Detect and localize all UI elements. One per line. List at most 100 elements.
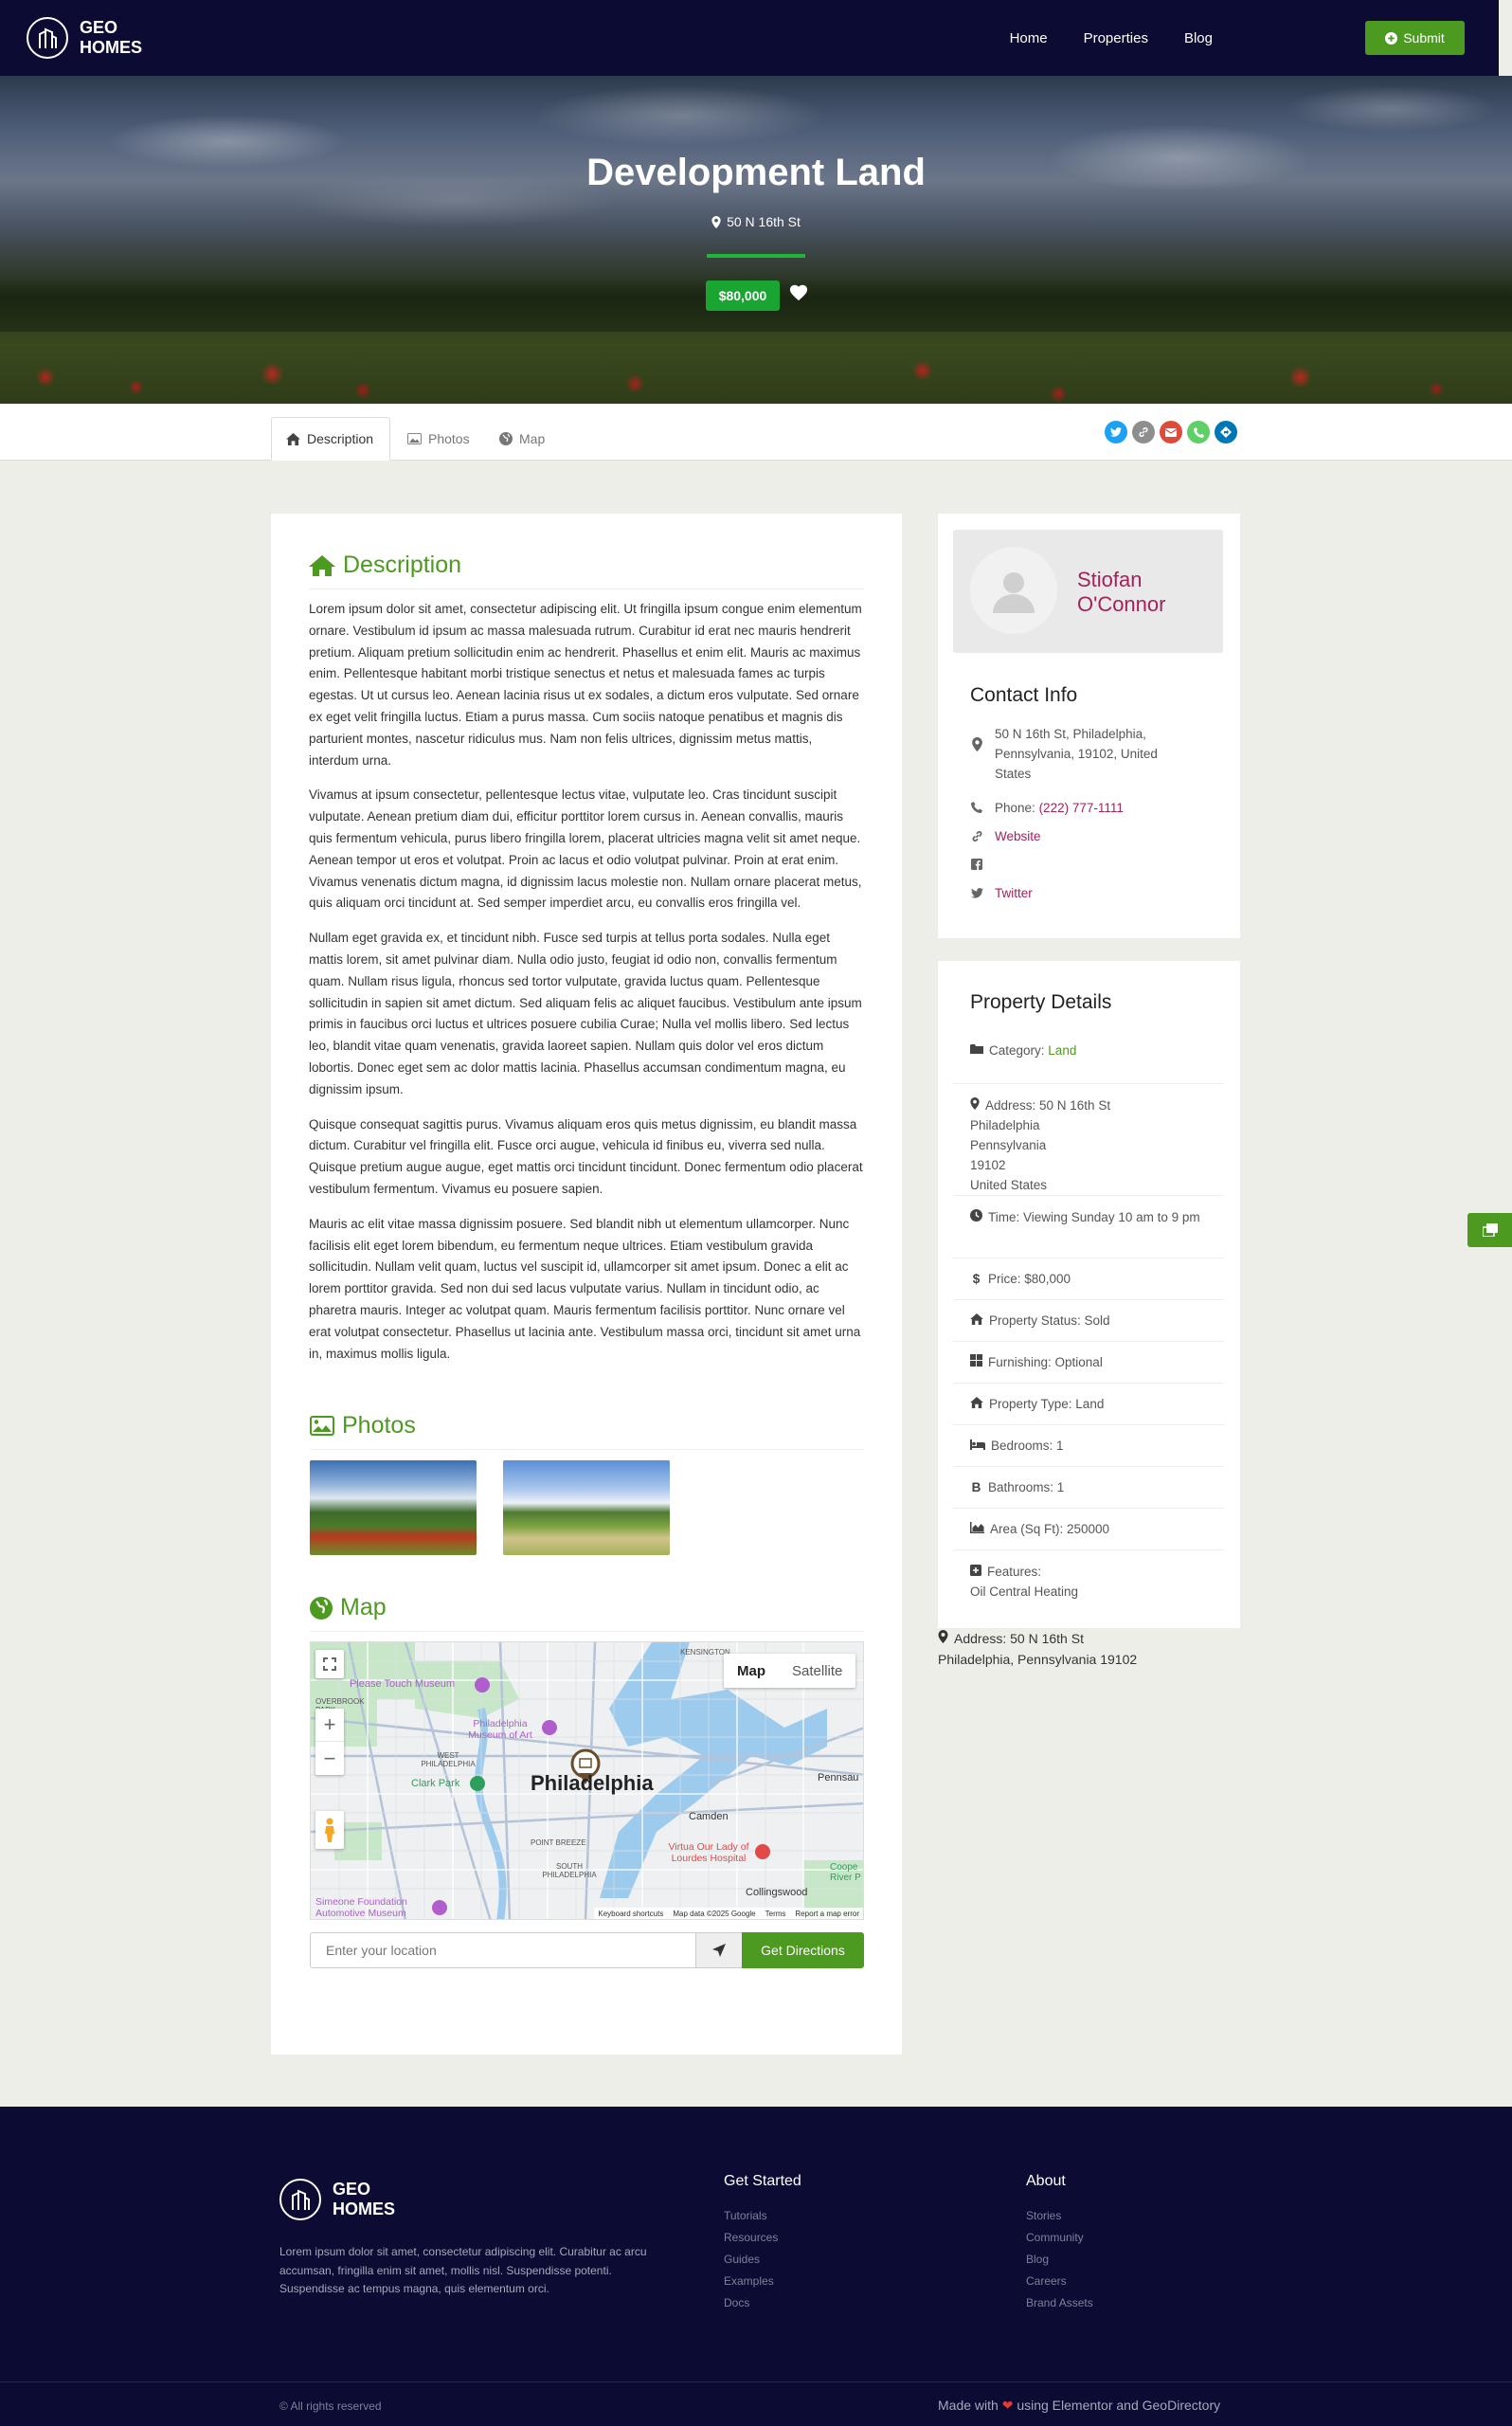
map-report-error[interactable]: Report a map error	[795, 1910, 859, 1918]
site-logo[interactable]: GEO HOMES	[27, 17, 142, 59]
map-label: Please Touch Museum	[350, 1678, 456, 1690]
description-paragraph: Vivamus at ipsum consectetur, pellentesq…	[309, 788, 862, 911]
website-link[interactable]: Website	[995, 826, 1041, 848]
zoom-out-icon[interactable]: −	[315, 1742, 344, 1775]
floating-compare-button[interactable]	[1467, 1213, 1512, 1247]
detail-area: Area (Sq Ft): 250000	[953, 1509, 1224, 1550]
map-city-label: Philadelphia	[531, 1771, 654, 1795]
map-type-map-button[interactable]: Map	[724, 1654, 779, 1688]
twitter-icon	[1110, 427, 1122, 437]
contact-address-line: Pennsylvania, 19102, United	[995, 747, 1158, 761]
page-title: Development Land	[586, 152, 926, 193]
made-with-suffix: using Elementor and GeoDirectory	[1017, 2398, 1221, 2413]
category-link[interactable]: Land	[1048, 1043, 1076, 1058]
description-paragraph: Lorem ipsum dolor sit amet, consectetur …	[309, 602, 862, 768]
map-label: POINT BREEZE	[531, 1838, 586, 1847]
footer-link[interactable]: Docs	[724, 2296, 749, 2309]
tab-photos-label: Photos	[428, 431, 470, 446]
footer-col-get-started-title: Get Started	[724, 2173, 801, 2189]
map-label: Virtua Our Lady of Lourdes Hospital	[668, 1841, 749, 1864]
facebook-icon[interactable]	[970, 855, 983, 876]
pegman-icon[interactable]	[315, 1811, 344, 1849]
submit-button[interactable]: Submit	[1365, 21, 1465, 55]
footer-logo[interactable]: GEO HOMES	[279, 2179, 395, 2220]
footer-link[interactable]: Blog	[1026, 2253, 1049, 2266]
phone-link[interactable]: (222) 777-1111	[1039, 801, 1124, 815]
copy-icon	[1482, 1223, 1498, 1237]
footer-link[interactable]: Community	[1026, 2231, 1084, 2244]
description-paragraph: Mauris ac elit vitae massa dignissim pos…	[309, 1216, 861, 1361]
favorite-heart-icon[interactable]	[788, 282, 809, 304]
contact-facebook	[970, 855, 983, 876]
description-heading-text: Description	[343, 552, 462, 578]
top-navbar: GEO HOMES Home Properties Blog Submit	[0, 0, 1499, 76]
zoom-in-icon[interactable]: +	[315, 1709, 344, 1742]
nav-blog[interactable]: Blog	[1184, 30, 1213, 46]
globe-icon	[499, 432, 513, 445]
category-label: Category:	[989, 1043, 1045, 1058]
location-map[interactable]: Please Touch Museum Philadelphia Museum …	[310, 1641, 864, 1920]
description-paragraph: Quisque consequat sagittis purus. Vivamu…	[309, 1116, 863, 1196]
twitter-link[interactable]: Twitter	[995, 883, 1033, 904]
share-directions-button[interactable]	[1215, 421, 1237, 444]
footer-link[interactable]: Resources	[724, 2231, 778, 2244]
map-label: Philadelphia Museum of Art	[468, 1718, 532, 1741]
site-footer: GEO HOMES Lorem ipsum dolor sit amet, co…	[0, 2107, 1512, 2426]
detail-time: Time: Viewing Sunday 10 am to 9 pm	[953, 1196, 1224, 1258]
area-text: Area (Sq Ft): 250000	[990, 1522, 1110, 1536]
tab-map[interactable]: Map	[485, 417, 559, 461]
home-icon	[970, 1394, 983, 1414]
sidebar-address: Address: 50 N 16th St Philadelphia, Penn…	[938, 1628, 1137, 1670]
map-terms[interactable]: Terms	[765, 1910, 786, 1918]
map-label: Camden	[689, 1811, 729, 1822]
clock-icon	[970, 1207, 982, 1258]
location-input[interactable]: Enter your location	[310, 1932, 696, 1968]
share-link-button[interactable]	[1132, 421, 1155, 444]
tab-description[interactable]: Description	[271, 417, 390, 461]
main-nav: Home Properties Blog	[1010, 0, 1213, 76]
footer-link[interactable]: Tutorials	[724, 2209, 767, 2222]
nav-home[interactable]: Home	[1010, 30, 1048, 46]
tab-description-label: Description	[307, 431, 374, 446]
photos-heading: Photos	[310, 1412, 864, 1450]
title-divider	[707, 254, 805, 258]
footer-link[interactable]: Examples	[724, 2274, 774, 2288]
fullscreen-icon[interactable]	[315, 1650, 344, 1678]
footer-logo-line1: GEO	[333, 2180, 371, 2199]
detail-address: Address: 50 N 16th St Philadelphia Penns…	[953, 1084, 1224, 1196]
map-keyboard-shortcuts[interactable]: Keyboard shortcuts	[598, 1910, 663, 1918]
tab-map-label: Map	[519, 431, 546, 446]
image-icon	[407, 433, 422, 444]
get-directions-button[interactable]: Get Directions	[742, 1932, 864, 1968]
map-heading: Map	[310, 1594, 864, 1632]
detail-status: Property Status: Sold	[953, 1300, 1224, 1342]
avatar[interactable]	[970, 547, 1057, 634]
map-type-satellite-button[interactable]: Satellite	[779, 1654, 855, 1688]
property-details-card: Property Details Category: Land Address:…	[938, 961, 1240, 1628]
footer-link[interactable]: Careers	[1026, 2274, 1067, 2288]
footer-link[interactable]: Stories	[1026, 2209, 1061, 2222]
nav-properties[interactable]: Properties	[1084, 30, 1148, 46]
share-email-button[interactable]	[1160, 421, 1182, 444]
photo-thumbnail-field-road[interactable]	[503, 1460, 670, 1555]
features-label: Features:	[987, 1565, 1042, 1579]
footer-link[interactable]: Guides	[724, 2253, 760, 2266]
heart-icon: ❤	[1001, 2398, 1014, 2413]
address-line: 19102	[970, 1158, 1006, 1172]
tab-photos[interactable]: Photos	[393, 417, 484, 461]
link-icon	[970, 826, 983, 848]
share-phone-button[interactable]	[1187, 421, 1210, 444]
address-label: Address: 50 N 16th St	[985, 1098, 1111, 1113]
area-chart-icon	[970, 1519, 984, 1539]
contact-website: Website	[970, 826, 1041, 848]
agent-name[interactable]: Stiofan O'Connor	[1077, 568, 1165, 617]
share-twitter-button[interactable]	[1105, 421, 1127, 444]
locate-me-button[interactable]	[695, 1932, 743, 1968]
dollar-icon: $	[972, 1272, 981, 1286]
home-icon	[970, 1311, 983, 1331]
envelope-icon	[1165, 427, 1177, 437]
footer-link[interactable]: Brand Assets	[1026, 2296, 1093, 2309]
footer-description: Lorem ipsum dolor sit amet, consectetur …	[279, 2245, 647, 2295]
map-marker-icon	[938, 1628, 948, 1649]
photo-thumbnail-poppies[interactable]	[310, 1460, 477, 1555]
